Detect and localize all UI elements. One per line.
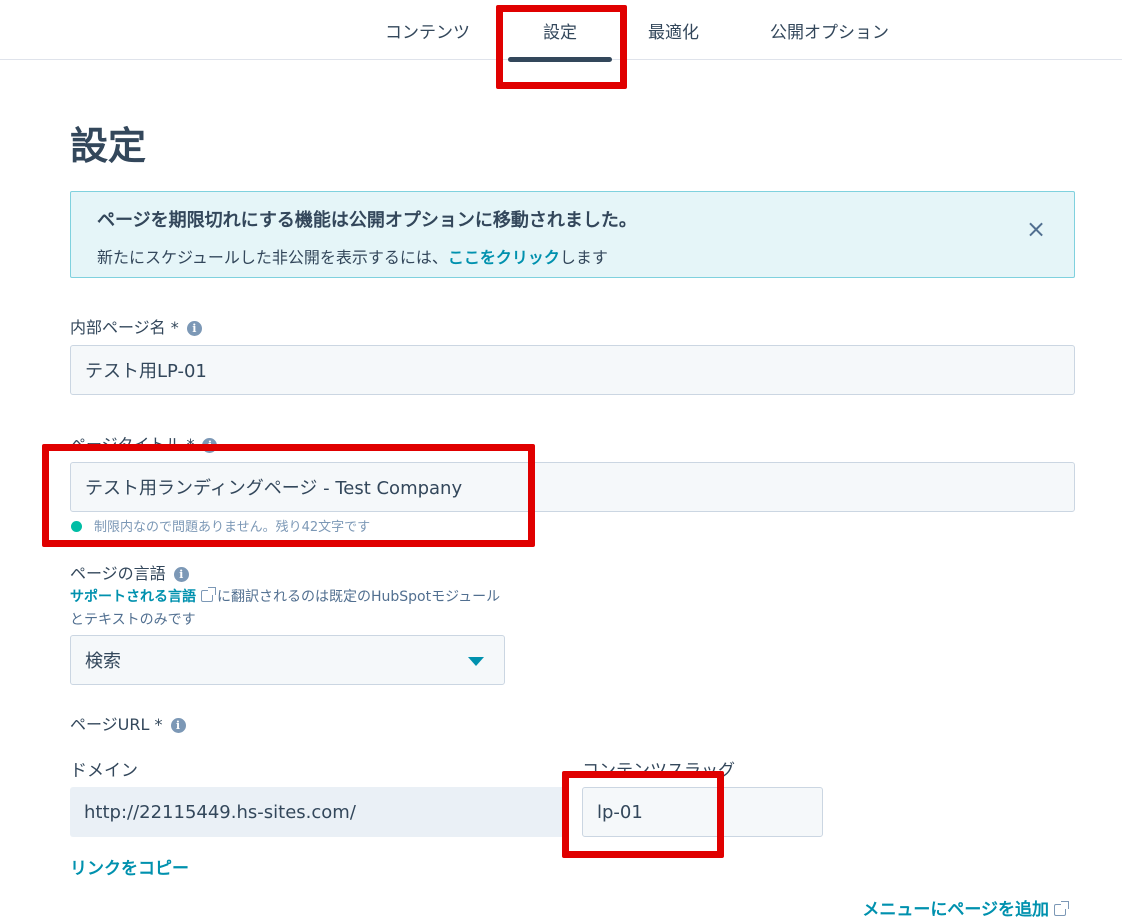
page-title-input[interactable]: テスト用ランディングページ - Test Company: [70, 462, 1075, 512]
tab-content[interactable]: コンテンツ: [385, 18, 470, 43]
domain-label: ドメイン: [70, 761, 138, 781]
language-help-text: サポートされる言語 に翻訳されるのは既定のHubSpotモジュールとテキストのみで…: [70, 586, 510, 632]
external-link-icon: [201, 587, 216, 602]
tab-settings[interactable]: 設定: [543, 18, 577, 43]
tab-optimize[interactable]: 最適化: [648, 18, 699, 43]
info-icon[interactable]: i: [186, 321, 202, 336]
internal-name-label: 内部ページ名 * i: [70, 314, 202, 338]
alert-body-prefix: 新たにスケジュールした非公開を表示するには、: [97, 248, 448, 267]
page-title: 設定: [70, 124, 147, 168]
internal-name-label-text: 内部ページ名 *: [70, 318, 179, 337]
page-title-hint: 制限内なので問題ありません。残り42文字です: [71, 516, 370, 535]
language-label-text: ページの言語: [70, 564, 166, 583]
alert-body-suffix: します: [559, 248, 608, 267]
page-url-label-text: ページURL *: [70, 715, 163, 734]
tab-bar: コンテンツ 設定 最適化 公開オプション: [0, 0, 1122, 62]
page-title-label: ページタイトル * i: [70, 431, 218, 455]
info-icon[interactable]: i: [173, 567, 189, 582]
info-icon[interactable]: i: [202, 438, 218, 453]
page-title-hint-text: 制限内なので問題ありません。残り42文字です: [94, 520, 371, 535]
alert-body: 新たにスケジュールした非公開を表示するには、ここをクリックします: [97, 244, 608, 268]
language-label: ページの言語 i: [70, 560, 189, 584]
alert-click-here-link[interactable]: ここをクリック: [448, 248, 560, 267]
content-slug-input[interactable]: lp-01: [582, 787, 823, 837]
domain-field: http://22115449.hs-sites.com/: [70, 787, 565, 837]
content-slug-label: コンテンツスラッグ: [582, 761, 735, 781]
external-link-icon: [1054, 901, 1069, 916]
alert-title: ページを期限切れにする機能は公開オプションに移動されました。: [97, 210, 637, 231]
info-icon[interactable]: i: [170, 718, 186, 733]
language-select[interactable]: 検索: [70, 635, 505, 685]
add-page-to-menu-text: メニューにページを追加: [862, 900, 1049, 920]
tab-publish-options[interactable]: 公開オプション: [770, 18, 889, 43]
supported-languages-link[interactable]: サポートされる言語: [70, 589, 196, 605]
page-url-label: ページURL * i: [70, 711, 186, 735]
copy-link-button[interactable]: リンクをコピー: [70, 854, 189, 879]
language-select-value: 検索: [85, 651, 121, 672]
info-alert: ページを期限切れにする機能は公開オプションに移動されました。 新たにスケジュール…: [70, 191, 1075, 278]
internal-name-input[interactable]: テスト用LP-01: [70, 345, 1075, 395]
add-page-to-menu-link[interactable]: メニューにページを追加: [862, 895, 1070, 920]
caret-down-icon: [468, 657, 484, 666]
active-tab-indicator: [508, 57, 612, 62]
close-icon[interactable]: ×: [1026, 217, 1046, 241]
status-dot-icon: [71, 521, 82, 532]
page-title-label-text: ページタイトル *: [70, 435, 195, 454]
